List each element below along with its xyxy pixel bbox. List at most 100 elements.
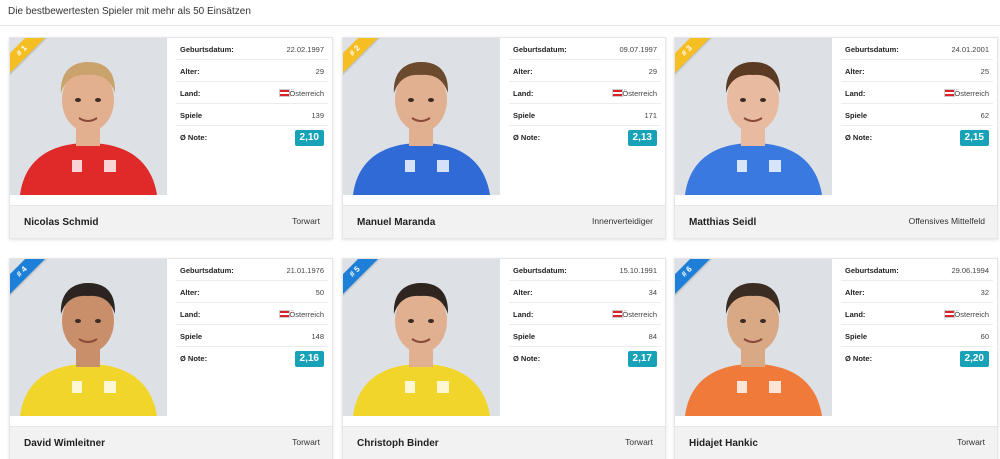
- stat-label-games: Spiele: [180, 111, 203, 120]
- player-stats: Geburtsdatum: 29.06.1994 Alter: 32 Land: Öste…: [841, 259, 993, 416]
- player-position: Offensives Mittelfeld: [908, 216, 985, 226]
- player-footer: Manuel Maranda Innenverteidiger: [343, 205, 665, 238]
- heading-divider: [0, 25, 1000, 26]
- player-card[interactable]: # 6 Geburtsdatum: 29.06.1994 Alter: 32 Land: Ö…: [674, 258, 998, 459]
- player-stats: Geburtsdatum: 24.01.2001 Alter: 25 Land: Öste…: [841, 38, 993, 195]
- grade-badge: 2,16: [294, 351, 324, 367]
- player-position: Torwart: [957, 437, 985, 447]
- player-photo: [675, 38, 832, 195]
- player-name[interactable]: David Wimleitner: [24, 438, 105, 449]
- austria-flag-icon: [612, 310, 623, 318]
- stat-value-games: 148: [311, 332, 324, 341]
- stat-row-games: Spiele 148: [176, 325, 328, 347]
- player-card[interactable]: # 1 Geburtsdatum: 22.02.1997 Alter: 29 Land: Ö…: [9, 37, 333, 239]
- stat-label-birthdate: Geburtsdatum:: [180, 266, 234, 275]
- stat-label-grade: Ø Note:: [845, 354, 873, 363]
- player-name[interactable]: Christoph Binder: [357, 438, 439, 449]
- stat-value-age: 34: [648, 288, 657, 297]
- stat-value-games: 139: [311, 111, 324, 120]
- stat-value-birthdate: 09.07.1997: [619, 45, 657, 54]
- page-heading: Die bestbewertesten Spieler mit mehr als…: [8, 6, 251, 17]
- stat-value-age: 50: [315, 288, 324, 297]
- grade-badge: 2,10: [294, 130, 324, 146]
- player-photo: [675, 259, 832, 416]
- stat-value-birthdate: 22.02.1997: [286, 45, 324, 54]
- player-name[interactable]: Manuel Maranda: [357, 217, 435, 228]
- grade-badge: 2,20: [959, 351, 989, 367]
- stat-row-games: Spiele 84: [509, 325, 661, 347]
- stat-label-country: Land:: [180, 89, 201, 98]
- stat-row-grade: Ø Note: 2,16: [176, 347, 328, 369]
- stat-row-country: Land: Österreich: [509, 303, 661, 325]
- stat-value-age: 32: [980, 288, 989, 297]
- grade-badge: 2,17: [627, 351, 657, 367]
- stat-label-age: Alter:: [513, 288, 533, 297]
- stat-label-birthdate: Geburtsdatum:: [513, 266, 567, 275]
- austria-flag-icon: [279, 310, 290, 318]
- player-position: Torwart: [292, 437, 320, 447]
- stat-label-games: Spiele: [513, 332, 536, 341]
- stat-row-grade: Ø Note: 2,20: [841, 347, 993, 369]
- stat-value-games: 171: [644, 111, 657, 120]
- player-stats: Geburtsdatum: 22.02.1997 Alter: 29 Land: Öste…: [176, 38, 328, 195]
- player-footer: David Wimleitner Torwart: [10, 426, 332, 459]
- stat-value-age: 25: [980, 67, 989, 76]
- stat-label-games: Spiele: [180, 332, 203, 341]
- stat-label-games: Spiele: [845, 111, 868, 120]
- stat-value-birthdate: 15.10.1991: [619, 266, 657, 275]
- player-footer: Nicolas Schmid Torwart: [10, 205, 332, 238]
- player-name[interactable]: Nicolas Schmid: [24, 217, 98, 228]
- stat-row-grade: Ø Note: 2,13: [509, 126, 661, 148]
- grade-badge: 2,15: [959, 130, 989, 146]
- stat-row-country: Land: Österreich: [176, 303, 328, 325]
- player-photo-image: [10, 38, 167, 195]
- player-position: Torwart: [625, 437, 653, 447]
- stat-row-age: Alter: 34: [509, 281, 661, 303]
- player-footer: Christoph Binder Torwart: [343, 426, 665, 459]
- stat-value-age: 29: [648, 67, 657, 76]
- player-card[interactable]: # 5 Geburtsdatum: 15.10.1991 Alter: 34 Land: Ö…: [342, 258, 666, 459]
- stat-label-games: Spiele: [845, 332, 868, 341]
- stat-label-country: Land:: [845, 89, 866, 98]
- player-card[interactable]: # 4 Geburtsdatum: 21.01.1976 Alter: 50 Land: Ö…: [9, 258, 333, 459]
- stat-row-games: Spiele 60: [841, 325, 993, 347]
- player-photo-image: [675, 38, 832, 195]
- austria-flag-icon: [944, 310, 955, 318]
- stat-label-age: Alter:: [180, 288, 200, 297]
- player-photo-image: [675, 259, 832, 416]
- stat-row-country: Land: Österreich: [509, 82, 661, 104]
- stat-label-grade: Ø Note:: [845, 133, 873, 142]
- stat-label-grade: Ø Note:: [180, 354, 208, 363]
- player-name[interactable]: Matthias Seidl: [689, 217, 756, 228]
- stat-row-birthdate: Geburtsdatum: 21.01.1976: [176, 259, 328, 281]
- stat-value-country: Österreich: [954, 310, 989, 319]
- stat-row-birthdate: Geburtsdatum: 09.07.1997: [509, 38, 661, 60]
- player-card[interactable]: # 2 Geburtsdatum: 09.07.1997 Alter: 29 Land: Ö…: [342, 37, 666, 239]
- stat-row-birthdate: Geburtsdatum: 24.01.2001: [841, 38, 993, 60]
- stat-row-birthdate: Geburtsdatum: 29.06.1994: [841, 259, 993, 281]
- stat-row-country: Land: Österreich: [841, 82, 993, 104]
- stat-value-country: Österreich: [954, 89, 989, 98]
- stat-label-grade: Ø Note:: [513, 354, 541, 363]
- player-name[interactable]: Hidajet Hankic: [689, 438, 758, 449]
- stat-row-birthdate: Geburtsdatum: 22.02.1997: [176, 38, 328, 60]
- austria-flag-icon: [612, 89, 623, 97]
- stat-value-games: 60: [980, 332, 989, 341]
- player-position: Torwart: [292, 216, 320, 226]
- stat-row-grade: Ø Note: 2,17: [509, 347, 661, 369]
- stat-value-games: 84: [648, 332, 657, 341]
- player-card[interactable]: # 3 Geburtsdatum: 24.01.2001 Alter: 25 Land: Ö…: [674, 37, 998, 239]
- stat-value-country: Österreich: [622, 310, 657, 319]
- stat-value-country: Österreich: [289, 89, 324, 98]
- player-footer: Hidajet Hankic Torwart: [675, 426, 997, 459]
- stat-row-country: Land: Österreich: [176, 82, 328, 104]
- player-photo-image: [343, 38, 500, 195]
- austria-flag-icon: [279, 89, 290, 97]
- stat-row-age: Alter: 29: [176, 60, 328, 82]
- player-photo-image: [343, 259, 500, 416]
- stat-label-age: Alter:: [513, 67, 533, 76]
- stat-value-birthdate: 24.01.2001: [951, 45, 989, 54]
- stat-value-birthdate: 21.01.1976: [286, 266, 324, 275]
- stat-label-grade: Ø Note:: [180, 133, 208, 142]
- stat-value-birthdate: 29.06.1994: [951, 266, 989, 275]
